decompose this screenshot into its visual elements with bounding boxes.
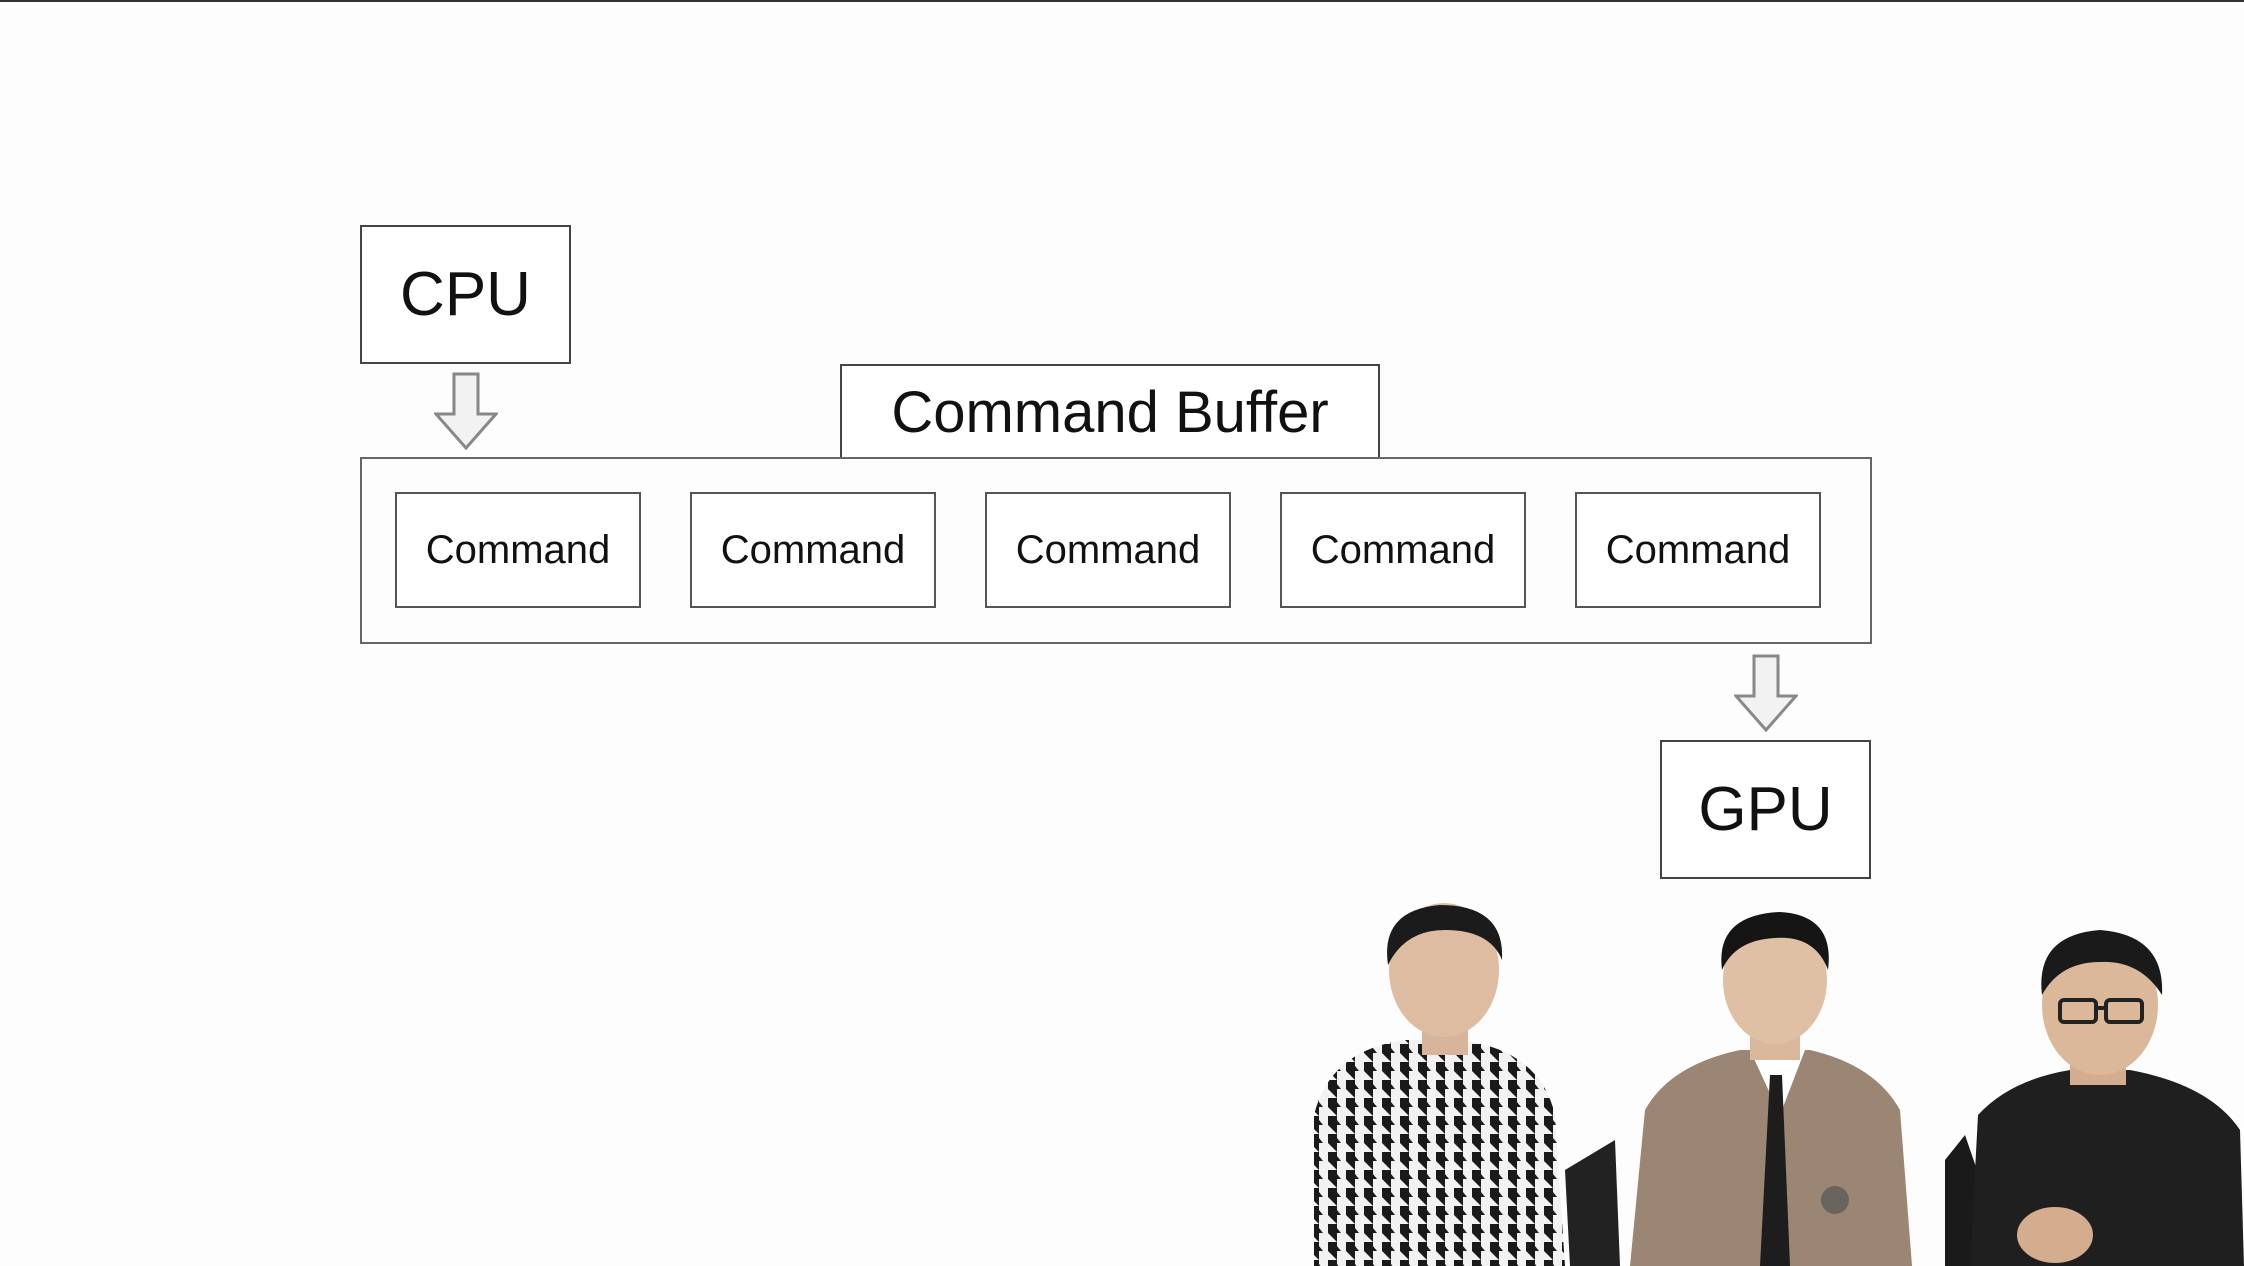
command-block: Command (985, 492, 1231, 608)
top-border (0, 0, 2244, 2)
command-buffer-title: Command Buffer (840, 364, 1380, 458)
command-block: Command (1280, 492, 1526, 608)
command-block: Command (395, 492, 641, 608)
participant-3 (1945, 930, 2244, 1266)
command-buffer-label: Command Buffer (891, 379, 1329, 445)
participants-video (1310, 900, 2244, 1266)
command-label: Command (1310, 527, 1496, 572)
command-label: Command (1605, 527, 1791, 572)
command-label: Command (1015, 527, 1201, 572)
cpu-box: CPU (360, 225, 571, 364)
command-block: Command (1575, 492, 1821, 608)
participant-2 (1630, 912, 1912, 1266)
command-block: Command (690, 492, 936, 608)
gpu-label: GPU (1698, 775, 1833, 844)
down-arrow-icon (434, 372, 498, 450)
gpu-box: GPU (1660, 740, 1871, 879)
cpu-label: CPU (400, 260, 531, 329)
participants-illustration (1314, 903, 2244, 1266)
command-label: Command (720, 527, 906, 572)
down-arrow-icon (1734, 654, 1798, 732)
participant-1 (1314, 903, 1620, 1266)
command-label: Command (425, 527, 611, 572)
